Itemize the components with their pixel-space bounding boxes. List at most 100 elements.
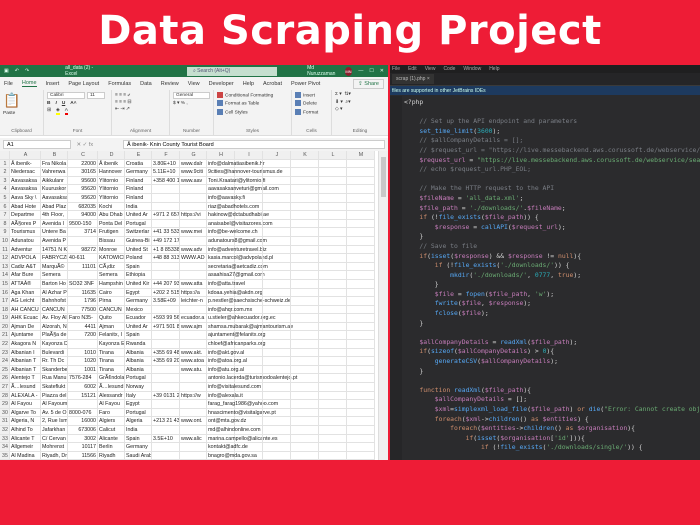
cell[interactable]: Hampshin <box>98 279 125 289</box>
cell[interactable] <box>347 400 375 409</box>
cell[interactable] <box>319 408 347 418</box>
cell[interactable] <box>291 331 319 341</box>
cell[interactable] <box>263 417 291 426</box>
cell[interactable]: Mohrenst <box>41 443 68 452</box>
cell[interactable]: India <box>125 202 152 212</box>
menu-file[interactable]: File <box>392 66 400 72</box>
menu-code[interactable]: Code <box>443 66 455 72</box>
cell[interactable]: Avenida P <box>41 236 68 246</box>
cell[interactable] <box>263 202 291 212</box>
cell[interactable] <box>319 357 347 366</box>
cell[interactable]: Ã…lesund <box>10 383 41 392</box>
cell[interactable] <box>291 185 319 194</box>
cell[interactable]: Germany <box>125 168 152 177</box>
cell[interactable] <box>347 279 375 289</box>
row-number[interactable]: 17 <box>0 297 10 306</box>
cell[interactable]: Egypt <box>125 400 152 409</box>
cell[interactable] <box>347 417 375 426</box>
cell[interactable]: ATTAÂ® <box>10 279 41 289</box>
row-number[interactable]: 11 <box>0 245 10 255</box>
cell[interactable] <box>180 305 207 315</box>
cell[interactable]: +48 88 313 <box>152 254 180 263</box>
cell[interactable] <box>152 365 180 375</box>
cell[interactable] <box>319 434 347 444</box>
cell[interactable] <box>235 288 263 298</box>
cell[interactable] <box>291 426 319 435</box>
search-input[interactable]: ⌕ Search (Alt+Q) <box>186 66 278 76</box>
share-button[interactable]: ⇪ Share <box>353 78 384 89</box>
cell[interactable]: Spain <box>125 262 152 272</box>
cell[interactable]: GrÃ¢ndola <box>98 374 125 384</box>
cell[interactable]: u.stieler@ahkecuador.org.ec <box>207 314 276 323</box>
row-number[interactable]: 4 <box>0 185 10 194</box>
cell[interactable] <box>180 193 207 203</box>
cell[interactable]: 673006 <box>68 426 98 435</box>
cell[interactable]: 14751 N K <box>41 245 68 255</box>
cell[interactable]: +41 33 533 <box>152 228 180 237</box>
cell[interactable] <box>263 297 291 306</box>
cell[interactable]: Bissau <box>98 236 125 246</box>
cell[interactable] <box>263 391 291 401</box>
cell[interactable] <box>319 391 347 401</box>
cell[interactable]: Hannover <box>98 168 125 177</box>
cell[interactable]: Tirana <box>98 365 125 375</box>
cell[interactable]: Spain <box>125 331 152 341</box>
cell[interactable] <box>319 305 347 315</box>
cell[interactable]: Al Fayou <box>10 400 41 409</box>
column-header-C[interactable]: C <box>68 151 98 160</box>
cell[interactable] <box>263 322 291 332</box>
cell[interactable]: Germany <box>125 443 152 452</box>
column-header-M[interactable]: M <box>347 151 375 160</box>
cell[interactable]: Faro <box>98 408 125 418</box>
cell[interactable]: Italy <box>125 391 152 401</box>
row-number[interactable]: 6 <box>0 202 10 212</box>
cell[interactable] <box>263 400 291 409</box>
cell[interactable] <box>347 408 375 418</box>
cell[interactable]: ALEXALA - <box>10 391 41 401</box>
cell[interactable]: Ã…lesund <box>98 383 125 392</box>
cell[interactable]: Cairo <box>98 288 125 298</box>
cell[interactable]: secretaria@aetcadiz.com <box>207 262 268 272</box>
cell[interactable]: www.ajm <box>180 322 207 332</box>
cell[interactable] <box>263 176 291 186</box>
cell[interactable]: Av. Floy Al <box>41 314 68 323</box>
cell[interactable]: info@visitalesund.com <box>207 383 261 392</box>
tab-developer[interactable]: Developer <box>209 81 234 87</box>
row-number[interactable]: 5 <box>0 193 10 203</box>
cell[interactable]: Adventur <box>10 245 41 255</box>
cell[interactable]: 98272 <box>68 245 98 255</box>
cell[interactable]: +355 69 20 <box>152 357 180 366</box>
cell[interactable] <box>235 443 263 452</box>
cell[interactable]: Algiers <box>98 417 125 426</box>
cell[interactable]: 4th Floor, <box>41 211 68 220</box>
row-number[interactable]: 12 <box>0 254 10 263</box>
tab-review[interactable]: Review <box>161 81 179 87</box>
cell[interactable] <box>263 279 291 289</box>
cell[interactable] <box>319 245 347 255</box>
cell[interactable]: +44 207 93 <box>152 279 180 289</box>
paste-icon[interactable]: 📋 <box>3 92 40 109</box>
cell[interactable]: Tirana <box>98 348 125 358</box>
cell[interactable] <box>319 176 347 186</box>
cell[interactable] <box>235 348 263 358</box>
number-format-select[interactable]: General <box>173 92 210 99</box>
cell[interactable] <box>263 168 291 177</box>
cell[interactable]: Norway <box>125 383 152 392</box>
cell[interactable] <box>263 331 291 341</box>
cell[interactable] <box>235 331 263 341</box>
save-icon[interactable]: ▣ <box>4 68 9 74</box>
cell[interactable] <box>347 185 375 194</box>
cell[interactable]: Portugal <box>125 408 152 418</box>
format-button[interactable]: Format <box>295 108 328 115</box>
cell[interactable]: info@atu.org.al <box>207 365 244 375</box>
cell[interactable]: Piazza del <box>41 391 68 401</box>
cell[interactable]: Calicut <box>98 426 125 435</box>
font-color-icon[interactable]: A <box>64 108 68 115</box>
row-number[interactable]: 9 <box>0 228 10 237</box>
cell[interactable] <box>319 451 347 460</box>
cell[interactable] <box>235 185 263 194</box>
undo-icon[interactable]: ↶ <box>15 68 19 74</box>
cell[interactable]: Finland <box>125 193 152 203</box>
row-number[interactable]: 16 <box>0 288 10 298</box>
cell[interactable] <box>180 236 207 246</box>
